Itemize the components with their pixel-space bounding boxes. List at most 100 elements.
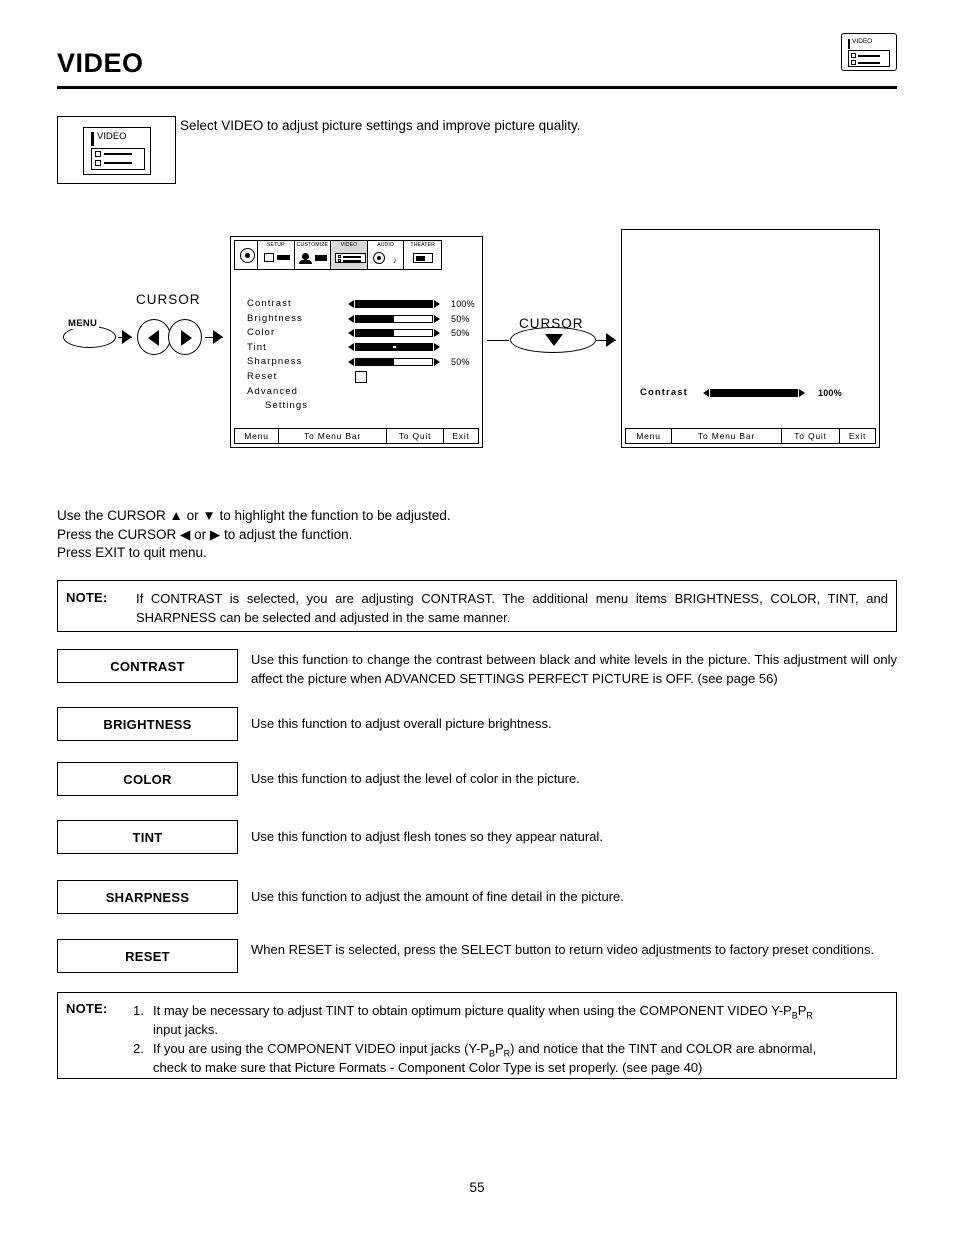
slider-left-arrow-icon[interactable] xyxy=(348,328,354,337)
tools-icon xyxy=(263,253,274,262)
osd-item-reset[interactable]: Reset xyxy=(247,370,308,385)
video-icon-square-1 xyxy=(851,53,856,58)
osd-item-color[interactable]: Color xyxy=(247,326,308,341)
slider-fill-sharpness xyxy=(356,358,394,365)
function-box-sharpness: SHARPNESS xyxy=(57,880,238,914)
video-icon-large-stem xyxy=(91,132,94,146)
connector-arrow-3 xyxy=(606,333,616,347)
menubar-cell-logo[interactable] xyxy=(235,241,258,269)
slider-left-arrow-icon[interactable] xyxy=(348,299,354,308)
osd-left-panel: SETUP CUSTOMIZE VIDEO AUDIO ♪ THEATER Co… xyxy=(230,236,483,448)
slider-tint[interactable] xyxy=(348,342,446,351)
sliders-icon xyxy=(335,253,367,263)
menubar-label-setup: SETUP xyxy=(266,242,285,248)
slider-color[interactable] xyxy=(348,328,446,337)
menubar-label-theater: THEATER xyxy=(410,242,435,248)
slider-sharpness[interactable] xyxy=(348,357,446,366)
footer-menu[interactable]: Menu xyxy=(626,429,672,443)
slider-right-arrow-icon[interactable] xyxy=(434,342,440,351)
note-top-text: If CONTRAST is selected, you are adjusti… xyxy=(136,591,888,625)
menubar-cell-setup[interactable]: SETUP xyxy=(258,241,295,269)
osd-item-brightness[interactable]: Brightness xyxy=(247,312,308,327)
cursor-down-arrow-icon xyxy=(545,334,563,346)
menubar-label-video: VIDEO xyxy=(340,242,358,248)
slider-contrast[interactable] xyxy=(348,299,446,308)
footer-to-quit[interactable]: To Quit xyxy=(782,429,840,443)
slider-track-brightness[interactable] xyxy=(355,314,433,323)
slider-right-arrow-icon[interactable] xyxy=(434,328,440,337)
function-desc-contrast: Use this function to change the contrast… xyxy=(251,652,897,686)
function-box-tint: TINT xyxy=(57,820,238,854)
slider-knob-tint[interactable] xyxy=(392,344,397,349)
menubar-cell-audio[interactable]: AUDIO ♪ xyxy=(368,241,405,269)
instruction-line-2: Press the CURSOR ◀ or ▶ to adjust the fu… xyxy=(57,526,353,542)
footer-exit[interactable]: Exit xyxy=(840,429,875,443)
slider-value-contrast: 100% xyxy=(451,299,475,309)
right-contrast-label: Contrast xyxy=(640,387,688,398)
slider-brightness[interactable] xyxy=(348,314,446,323)
function-desc-reset: When RESET is selected, press the SELECT… xyxy=(251,942,875,957)
menubar-cell-customize[interactable]: CUSTOMIZE xyxy=(295,241,332,269)
cursor-left-arrow-icon xyxy=(148,330,159,346)
slider-track-tint[interactable] xyxy=(355,342,433,351)
slider-track-contrast[interactable] xyxy=(355,299,433,308)
right-slider-track[interactable] xyxy=(710,388,798,397)
video-icon-stem xyxy=(848,39,850,49)
slider-left-arrow-icon[interactable] xyxy=(348,357,354,366)
osd-item-tint[interactable]: Tint xyxy=(247,341,308,356)
osd-item-contrast[interactable]: Contrast xyxy=(247,297,308,312)
slider-left-arrow-icon[interactable] xyxy=(703,388,709,397)
sliders-icon-line1 xyxy=(343,256,362,258)
menubar-label-audio: AUDIO xyxy=(377,242,395,248)
footer-exit[interactable]: Exit xyxy=(444,429,478,443)
video-icon-line-1 xyxy=(858,55,880,57)
video-icon-header: VIDEO xyxy=(841,33,897,71)
footer-to-menu-bar[interactable]: To Menu Bar xyxy=(279,429,387,443)
function-box-color: COLOR xyxy=(57,762,238,796)
video-icon-large-line-2 xyxy=(104,162,132,164)
menubar-label-customize: CUSTOMIZE xyxy=(296,242,329,248)
cursor-right-button[interactable] xyxy=(168,319,202,355)
video-icon-panel xyxy=(848,50,890,67)
connector-arrow-1 xyxy=(122,330,132,344)
footer-to-menu-bar[interactable]: To Menu Bar xyxy=(672,429,782,443)
osd-item-settings[interactable]: Settings xyxy=(247,399,308,414)
slider-right-arrow-icon[interactable] xyxy=(799,388,805,397)
slider-right-arrow-icon[interactable] xyxy=(434,299,440,308)
note-icon: ♪ xyxy=(392,256,397,265)
menubar-cell-theater[interactable]: THEATER xyxy=(404,241,441,269)
speaker-icon-dot xyxy=(376,256,381,260)
menubar-cell-video[interactable]: VIDEO xyxy=(331,241,368,269)
slider-right-arrow-icon[interactable] xyxy=(434,314,440,323)
osd-right-footer: Menu To Menu Bar To Quit Exit xyxy=(625,428,876,444)
title-divider xyxy=(57,86,897,89)
note-bottom-item1-num: 1. xyxy=(133,1003,144,1018)
slider-track-sharpness[interactable] xyxy=(355,357,433,366)
cursor-left-button[interactable] xyxy=(137,319,171,355)
video-icon-large-square-1 xyxy=(95,151,101,157)
osd-left-footer: Menu To Menu Bar To Quit Exit xyxy=(234,428,479,444)
slider-left-arrow-icon[interactable] xyxy=(348,314,354,323)
menu-button-ellipse[interactable] xyxy=(63,326,116,348)
reset-checkbox[interactable] xyxy=(355,371,367,383)
sliders-icon-sq1 xyxy=(338,255,342,258)
slider-track-color[interactable] xyxy=(355,328,433,337)
intro-text: Select VIDEO to adjust picture settings … xyxy=(180,118,581,133)
osd-item-advanced[interactable]: Advanced xyxy=(247,385,308,400)
screen-icon-fill xyxy=(416,256,426,261)
slider-right-arrow-icon[interactable] xyxy=(434,357,440,366)
footer-to-quit[interactable]: To Quit xyxy=(387,429,444,443)
slider-left-arrow-icon[interactable] xyxy=(348,342,354,351)
cursor-down-ellipse[interactable] xyxy=(510,327,596,353)
slider-fill-brightness xyxy=(356,315,394,322)
video-icon-large-label: VIDEO xyxy=(97,131,127,142)
person-icon-head xyxy=(301,253,309,260)
cursor-right-arrow-icon xyxy=(181,330,192,346)
video-icon-large-square-2 xyxy=(95,160,101,166)
right-slider-contrast[interactable] xyxy=(703,388,813,397)
video-icon-square-2 xyxy=(851,60,856,65)
footer-menu[interactable]: Menu xyxy=(235,429,279,443)
osd-right-panel: Contrast 100% Menu To Menu Bar To Quit E… xyxy=(621,229,880,448)
osd-item-sharpness[interactable]: Sharpness xyxy=(247,355,308,370)
connector-line-3 xyxy=(487,340,509,341)
